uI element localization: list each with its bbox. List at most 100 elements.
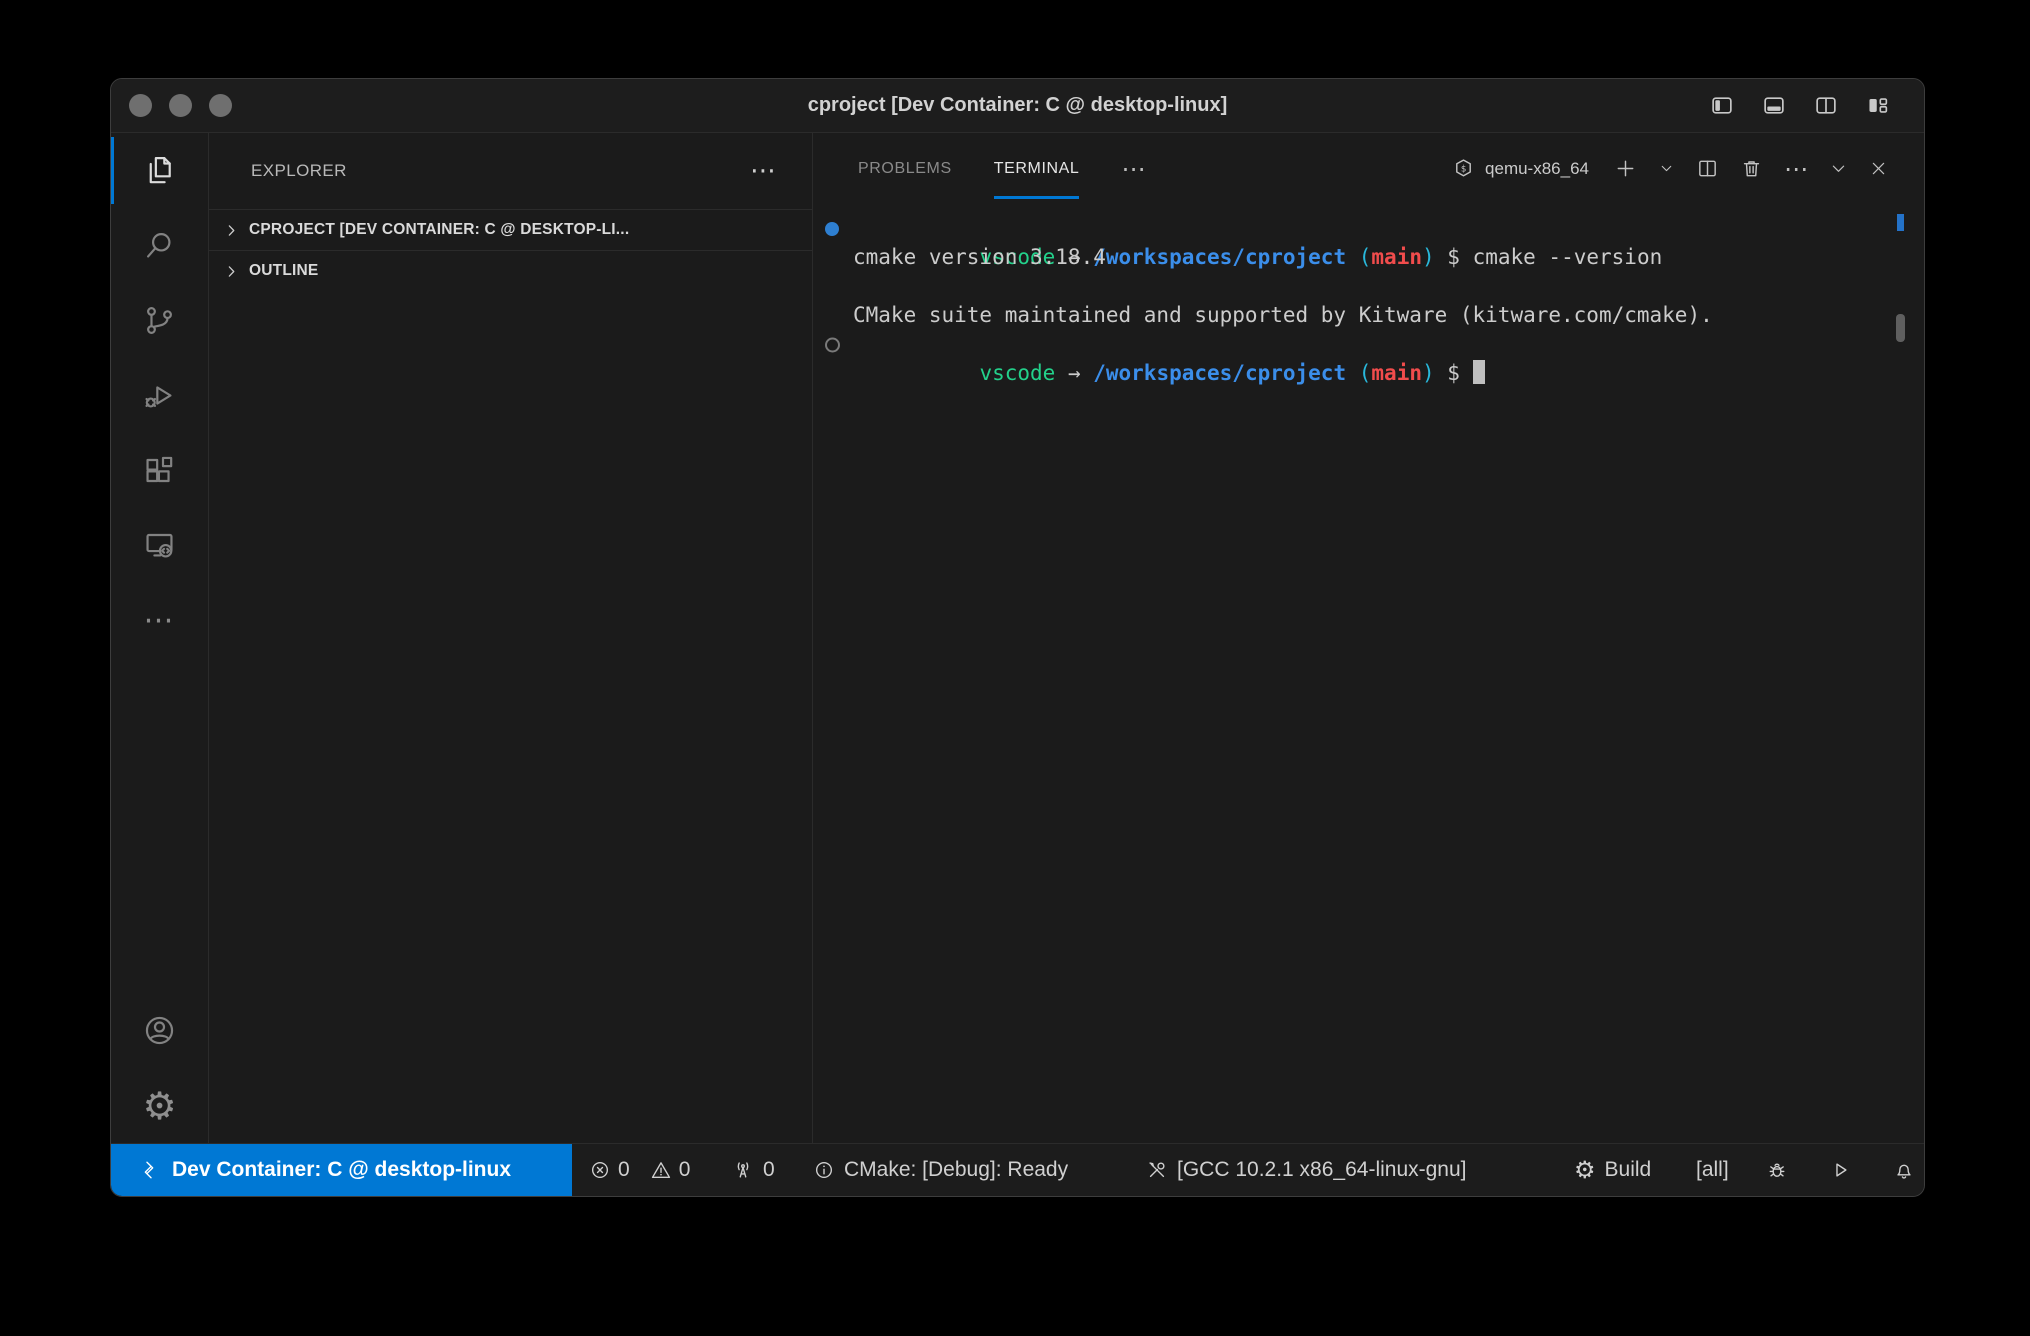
close-window-button[interactable] bbox=[129, 94, 152, 117]
title-bar: cproject [Dev Container: C @ desktop-lin… bbox=[111, 79, 1924, 133]
section-outline-label: OUTLINE bbox=[249, 262, 318, 280]
bug-icon bbox=[1766, 1159, 1788, 1181]
terminal-instance-label: qemu-x86_64 bbox=[1485, 159, 1589, 179]
activity-item-explorer[interactable] bbox=[111, 133, 208, 208]
error-count: 0 bbox=[618, 1158, 630, 1182]
tab-terminal-label: TERMINAL bbox=[994, 160, 1080, 178]
new-terminal-icon[interactable] bbox=[1614, 157, 1637, 180]
terminal-output-text: cmake version 3.18.4 bbox=[853, 245, 1106, 269]
window-title: cproject [Dev Container: C @ desktop-lin… bbox=[808, 94, 1228, 117]
activity-item-remote-explorer[interactable] bbox=[111, 508, 208, 583]
forwarded-ports-count: 0 bbox=[763, 1158, 775, 1182]
activity-bar: ⋯ ⚙ bbox=[111, 133, 209, 1143]
panel-tab-bar: PROBLEMS TERMINAL ⋯ $ qemu-x86_64 bbox=[813, 133, 1924, 204]
activity-item-search[interactable] bbox=[111, 208, 208, 283]
run-and-debug-icon bbox=[142, 378, 177, 413]
warning-icon bbox=[650, 1159, 672, 1181]
activity-item-source-control[interactable] bbox=[111, 283, 208, 358]
remote-explorer-icon bbox=[142, 528, 177, 563]
terminal-more-actions-icon[interactable]: ⋯ bbox=[1784, 157, 1808, 181]
terminal-instance[interactable]: $ qemu-x86_64 bbox=[1452, 157, 1589, 180]
more-views-icon: ⋯ bbox=[144, 606, 176, 636]
section-workspace[interactable]: CPROJECT [DEV CONTAINER: C @ DESKTOP-LI.… bbox=[209, 209, 812, 250]
scrollbar-command-decoration bbox=[1897, 214, 1904, 231]
remote-indicator[interactable]: Dev Container: C @ desktop-linux bbox=[111, 1144, 572, 1196]
cmake-kit-status[interactable]: [GCC 10.2.1 x86_64-linux-gnu] bbox=[1146, 1144, 1467, 1196]
prompt-dollar: $ bbox=[1435, 361, 1473, 385]
sidebar-more-actions-icon[interactable]: ⋯ bbox=[750, 158, 776, 184]
tools-icon bbox=[1146, 1159, 1168, 1181]
toggle-primary-sidebar-icon[interactable] bbox=[1708, 93, 1736, 118]
activity-item-settings[interactable]: ⚙ bbox=[111, 1068, 208, 1143]
activity-item-accounts[interactable] bbox=[111, 993, 208, 1068]
tab-problems-label: PROBLEMS bbox=[858, 160, 952, 178]
minimize-panel-chevron-icon[interactable] bbox=[1829, 157, 1848, 180]
activity-item-more[interactable]: ⋯ bbox=[111, 583, 208, 658]
terminal-panel: PROBLEMS TERMINAL ⋯ $ qemu-x86_64 bbox=[813, 133, 1924, 1143]
terminal-cursor bbox=[1473, 360, 1485, 384]
sidebar-header: EXPLORER ⋯ bbox=[209, 133, 812, 209]
search-icon bbox=[142, 228, 177, 263]
minimize-window-button[interactable] bbox=[169, 94, 192, 117]
launch-target-button[interactable] bbox=[1829, 1144, 1851, 1196]
terminal-profile-cube-icon: $ bbox=[1452, 157, 1475, 180]
build-button-label: Build bbox=[1605, 1158, 1652, 1182]
cmake-status[interactable]: CMake: [Debug]: Ready bbox=[813, 1144, 1068, 1196]
explorer-sidebar: EXPLORER ⋯ CPROJECT [DEV CONTAINER: C @ … bbox=[209, 133, 813, 1143]
terminal-toolbar: $ qemu-x86_64 ⋯ bbox=[1452, 157, 1924, 181]
build-target-label: [all] bbox=[1696, 1158, 1729, 1182]
prompt-paren-open: ( bbox=[1346, 361, 1371, 385]
tab-terminal[interactable]: TERMINAL bbox=[994, 133, 1080, 204]
chevron-right-icon bbox=[223, 263, 240, 280]
prompt-user: vscode bbox=[979, 361, 1055, 385]
traffic-lights bbox=[129, 79, 232, 132]
cmake-kit-label: [GCC 10.2.1 x86_64-linux-gnu] bbox=[1177, 1158, 1467, 1182]
activity-item-extensions[interactable] bbox=[111, 433, 208, 508]
remote-icon bbox=[138, 1159, 160, 1181]
warning-count: 0 bbox=[679, 1158, 691, 1182]
terminal-dropdown-chevron-icon[interactable] bbox=[1658, 157, 1675, 180]
command-success-decoration[interactable] bbox=[825, 222, 839, 236]
info-icon bbox=[813, 1159, 835, 1181]
terminal-line-blank bbox=[853, 272, 1924, 301]
command-pending-decoration[interactable] bbox=[825, 337, 840, 352]
toggle-panel-icon[interactable] bbox=[1760, 93, 1788, 118]
terminal-line-prompt-1: vscode → /workspaces/cproject (main) $ c… bbox=[853, 214, 1924, 243]
terminal-content: vscode → /workspaces/cproject (main) $ c… bbox=[813, 204, 1924, 1143]
main-area: ⋯ ⚙ EXPLORER ⋯ CPROJECT [DEV CONTAIN bbox=[111, 133, 1924, 1143]
terminal-line-output-2: CMake suite maintained and supported by … bbox=[853, 301, 1924, 330]
prompt-arrow: → bbox=[1055, 361, 1093, 385]
zoom-window-button[interactable] bbox=[209, 94, 232, 117]
tab-problems[interactable]: PROBLEMS bbox=[858, 133, 952, 204]
section-workspace-label: CPROJECT [DEV CONTAINER: C @ DESKTOP-LI.… bbox=[249, 221, 629, 239]
ports-status[interactable]: 0 bbox=[732, 1144, 775, 1196]
status-bar: Dev Container: C @ desktop-linux 0 0 0 bbox=[111, 1143, 1924, 1196]
toggle-secondary-sidebar-icon[interactable] bbox=[1812, 93, 1840, 118]
prompt-path: /workspaces/cproject bbox=[1093, 361, 1346, 385]
play-icon bbox=[1829, 1159, 1851, 1181]
panel-more-tabs-icon[interactable]: ⋯ bbox=[1121, 157, 1145, 181]
notifications-button[interactable] bbox=[1893, 1144, 1915, 1196]
split-terminal-icon[interactable] bbox=[1696, 157, 1719, 180]
close-panel-icon[interactable] bbox=[1869, 157, 1888, 180]
debug-target-button[interactable] bbox=[1766, 1144, 1788, 1196]
build-button[interactable]: ⚙ Build bbox=[1574, 1144, 1651, 1196]
problems-status[interactable]: 0 0 bbox=[589, 1144, 690, 1196]
source-control-icon bbox=[142, 303, 177, 338]
kill-terminal-trash-icon[interactable] bbox=[1740, 157, 1763, 180]
build-target[interactable]: [all] bbox=[1696, 1144, 1729, 1196]
svg-text:$: $ bbox=[1461, 165, 1466, 175]
section-outline[interactable]: OUTLINE bbox=[209, 250, 812, 291]
customize-layout-icon[interactable] bbox=[1864, 93, 1892, 118]
layout-controls bbox=[1708, 79, 1892, 132]
terminal-output-text: CMake suite maintained and supported by … bbox=[853, 303, 1713, 327]
vscode-window: cproject [Dev Container: C @ desktop-lin… bbox=[110, 78, 1925, 1197]
sidebar-title: EXPLORER bbox=[251, 161, 347, 181]
chevron-right-icon bbox=[223, 222, 240, 239]
remote-indicator-label: Dev Container: C @ desktop-linux bbox=[172, 1158, 511, 1182]
scrollbar-handle[interactable] bbox=[1896, 314, 1905, 342]
files-icon bbox=[142, 153, 177, 188]
gear-icon: ⚙ bbox=[1574, 1158, 1596, 1182]
bell-icon bbox=[1893, 1159, 1915, 1181]
activity-item-run-debug[interactable] bbox=[111, 358, 208, 433]
